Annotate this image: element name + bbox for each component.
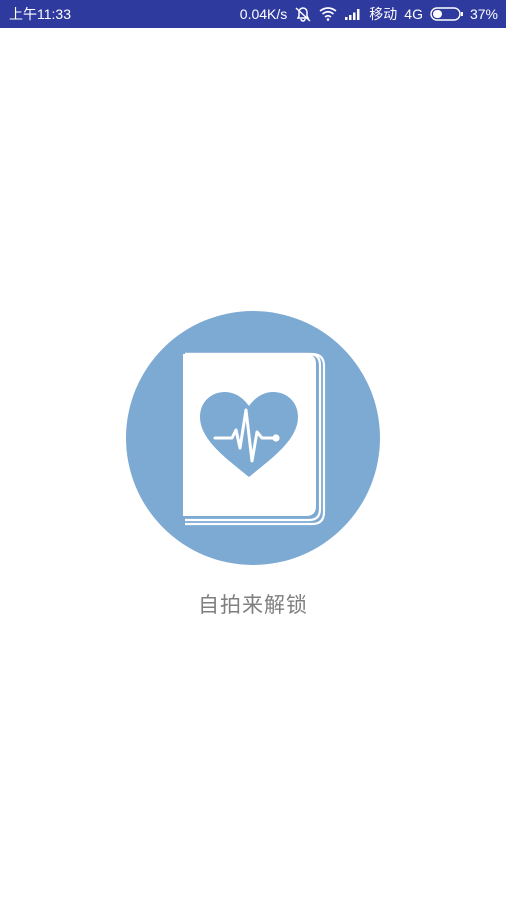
- network-speed: 0.04K/s: [239, 6, 288, 22]
- selfie-unlock-button[interactable]: [126, 311, 380, 565]
- network-type: 4G: [404, 6, 423, 22]
- status-time: 上午11:33: [9, 6, 71, 22]
- battery: 37%: [430, 6, 498, 22]
- unlock-hint-label: 自拍来解锁: [198, 593, 308, 617]
- lock-screen: 自拍来解锁: [0, 28, 506, 900]
- status-indicators: 0.04K/s 移动 4G 37%: [240, 4, 498, 24]
- heart-book-icon: [126, 311, 380, 565]
- carrier-name: 移动: [369, 6, 398, 22]
- battery-icon: [430, 7, 464, 21]
- signal-icon: [344, 8, 362, 20]
- wifi-icon: [319, 7, 337, 21]
- alarm-off-icon: [294, 6, 312, 22]
- status-bar: 上午11:33 0.04K/s 移动 4G 37%: [0, 0, 506, 28]
- battery-percent: 37%: [469, 6, 498, 22]
